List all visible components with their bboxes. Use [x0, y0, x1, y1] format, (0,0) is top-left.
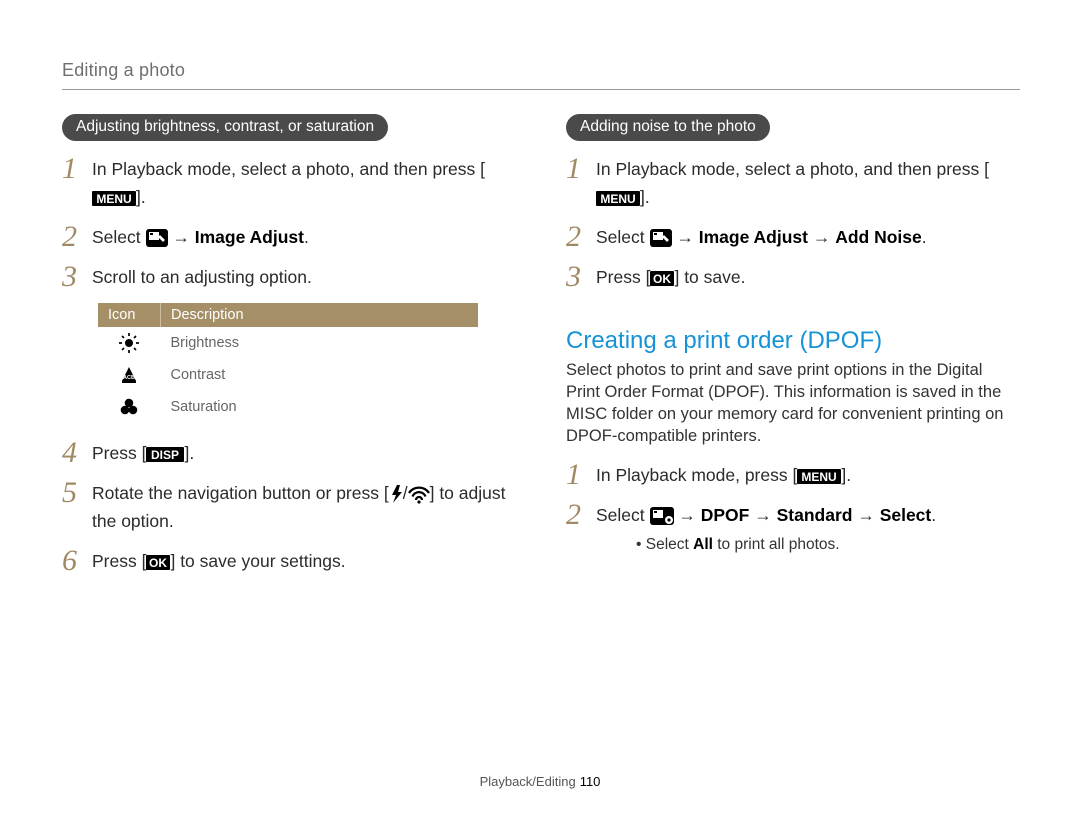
divider [62, 89, 1020, 90]
sub-bullet: • Select All to print all photos. [636, 531, 1020, 559]
step-3: 3Press [] to save. [566, 263, 1020, 291]
menu-icon [92, 190, 136, 207]
wifi-icon [408, 485, 430, 504]
edit-icon [650, 229, 672, 247]
step-4: 4Press []. [62, 439, 516, 467]
topic-pill-adjust: Adjusting brightness, contrast, or satur… [62, 114, 388, 141]
edit-gear-icon [650, 507, 674, 525]
flash-icon [389, 485, 403, 503]
ok-icon [650, 270, 674, 287]
step-2: 2Select → Image Adjust. [62, 223, 516, 251]
section-intro: Select photos to print and save print op… [566, 359, 1020, 447]
step-2: 2Select → DPOF → Standard → Select. • Se… [566, 501, 1020, 559]
table-row: Brightness [98, 327, 478, 359]
step-3: 3Scroll to an adjusting option. [62, 263, 516, 291]
ok-icon [146, 554, 170, 571]
contrast-icon [119, 365, 139, 385]
edit-icon [146, 229, 168, 247]
step-5: 5Rotate the navigation button or press [… [62, 479, 516, 535]
brightness-icon [119, 333, 139, 353]
menu-icon [596, 190, 640, 207]
menu-icon [797, 468, 841, 485]
step-1: 1In Playback mode, press []. [566, 461, 1020, 489]
saturation-icon [119, 397, 139, 417]
step-1: 1In Playback mode, select a photo, and t… [566, 155, 1020, 211]
th-icon: Icon [98, 303, 161, 327]
options-table: IconDescription Brightness Contrast Satu… [98, 303, 478, 423]
table-row: Saturation [98, 391, 478, 423]
breadcrumb: Editing a photo [62, 60, 1020, 81]
table-row: Contrast [98, 359, 478, 391]
disp-icon [146, 446, 184, 463]
topic-pill-noise: Adding noise to the photo [566, 114, 770, 141]
step-6: 6Press [] to save your settings. [62, 547, 516, 575]
th-desc: Description [161, 303, 479, 327]
page-footer: Playback/Editing110 [0, 774, 1080, 789]
section-title-dpof: Creating a print order (DPOF) [566, 327, 1020, 355]
step-2: 2Select → Image Adjust → Add Noise. [566, 223, 1020, 251]
step-1: 1In Playback mode, select a photo, and t… [62, 155, 516, 211]
